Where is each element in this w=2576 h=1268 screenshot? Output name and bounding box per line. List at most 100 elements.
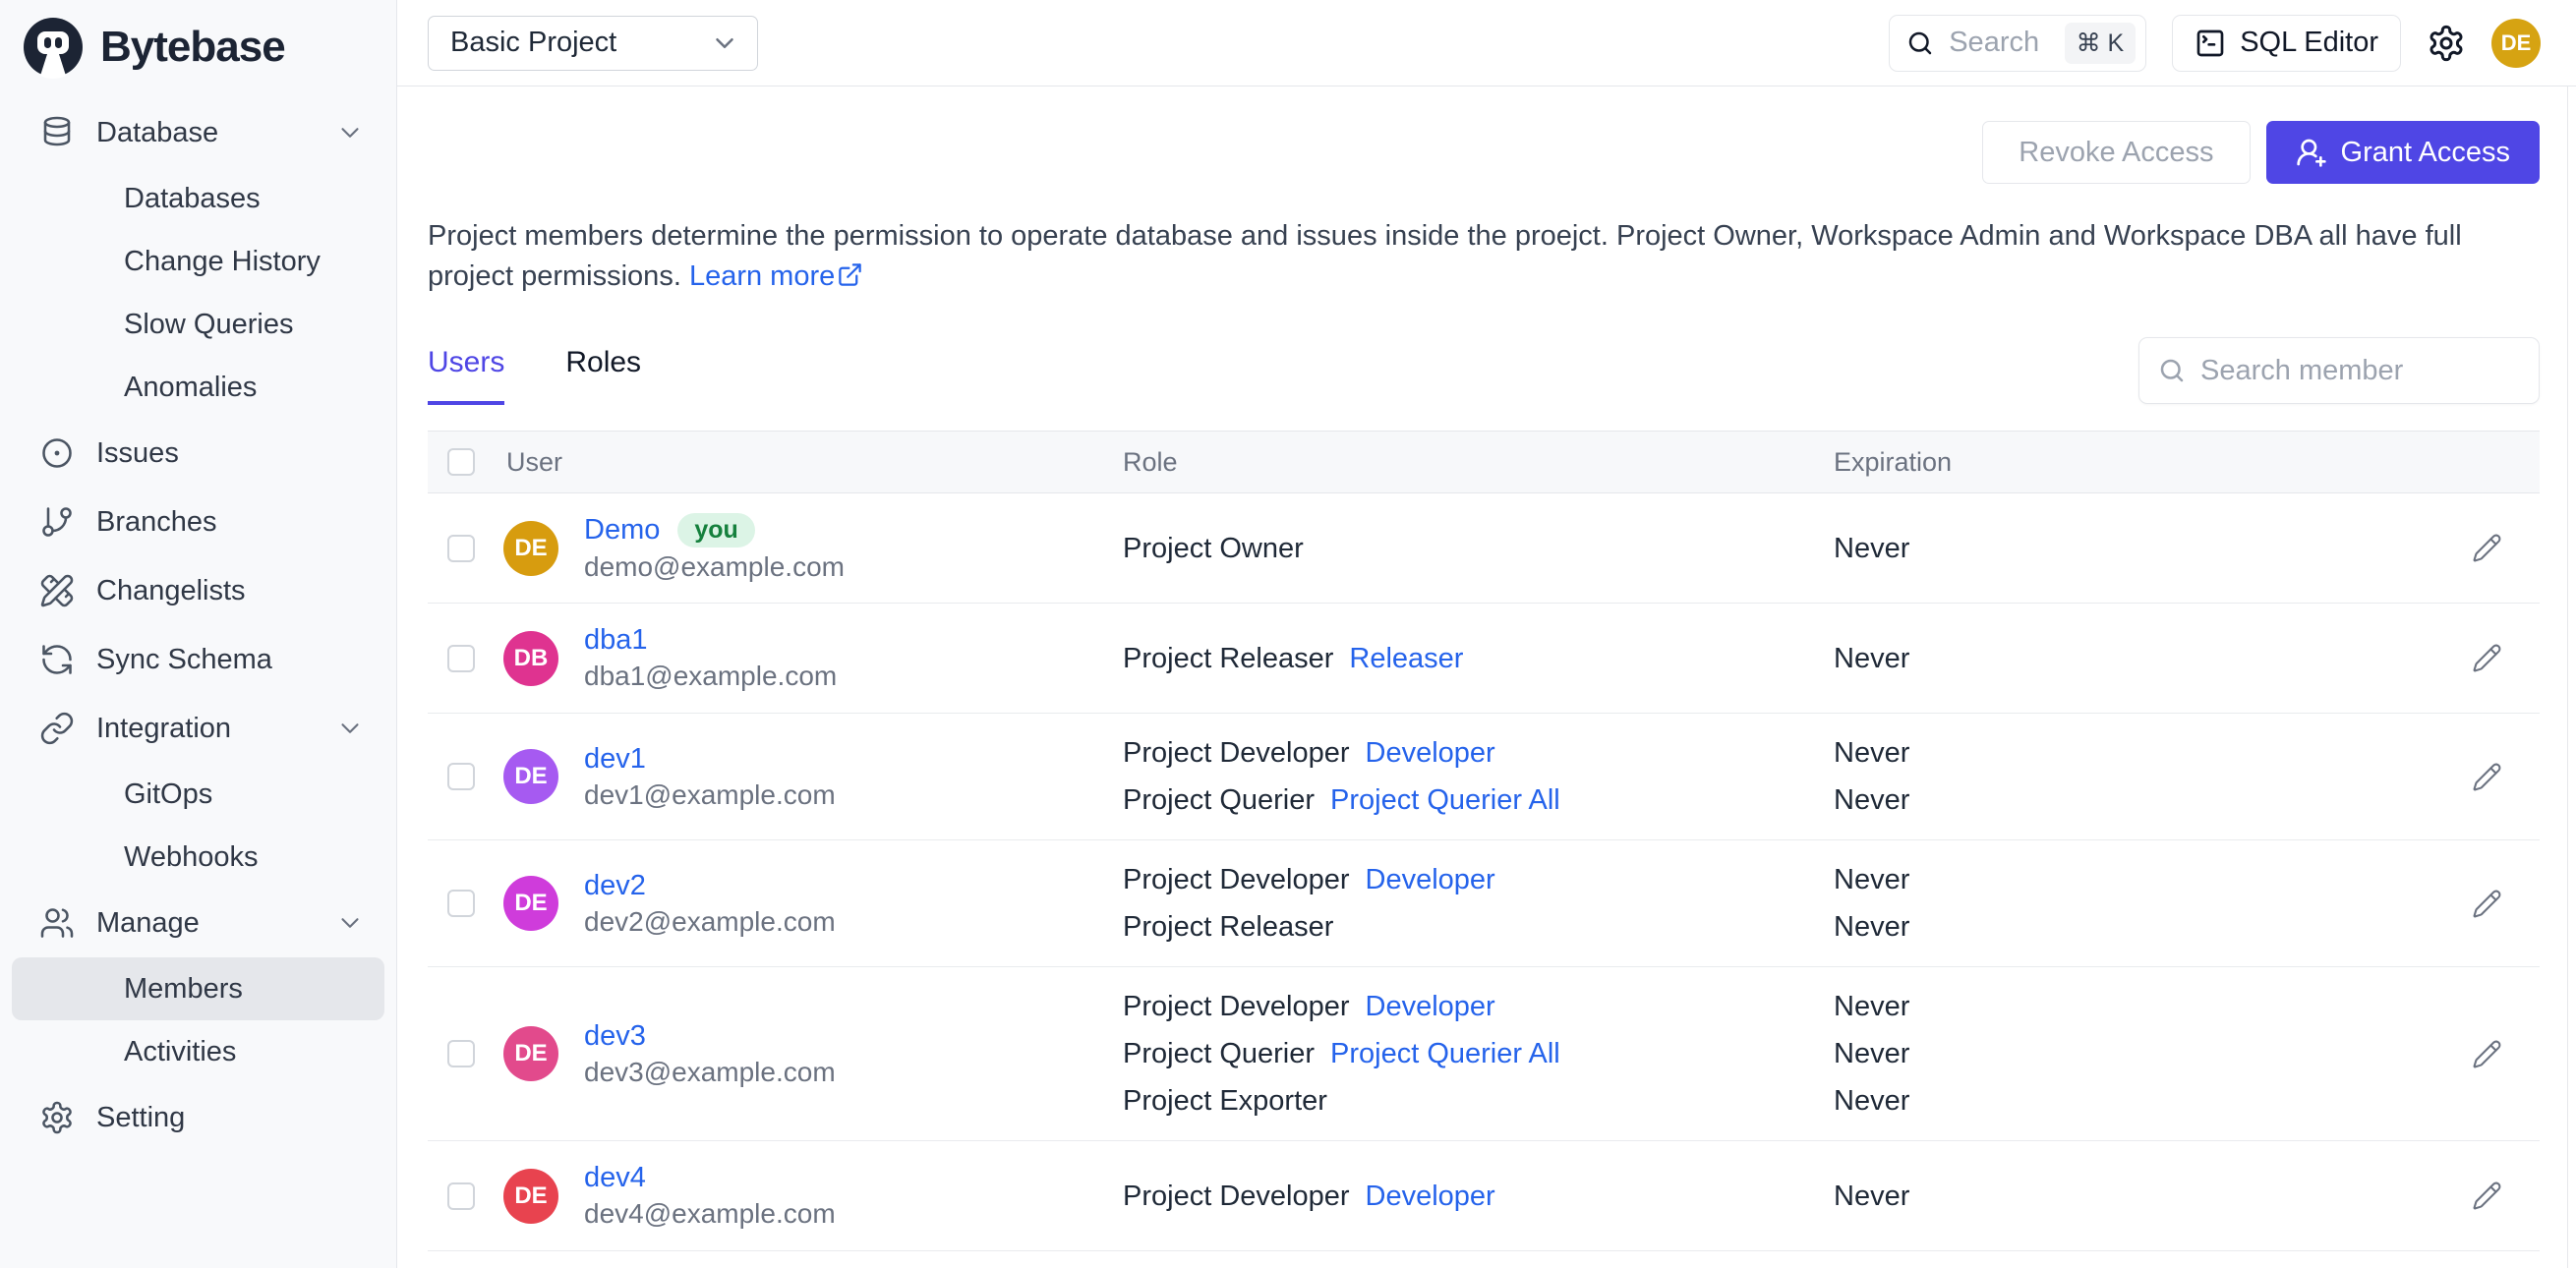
sidebar-item-changelists[interactable]: Changelists	[12, 556, 384, 625]
select-all-checkbox[interactable]	[447, 448, 475, 476]
learn-more-label: Learn more	[688, 260, 836, 292]
edit-member-button[interactable]	[2472, 762, 2502, 792]
issues-icon	[42, 438, 72, 468]
expiration-cell: Never Never Never	[1834, 983, 2404, 1124]
sidebar-item-branches[interactable]: Branches	[12, 488, 384, 556]
sql-editor-button[interactable]: SQL Editor	[2172, 14, 2401, 72]
role-label: Project Developer	[1123, 737, 1350, 769]
search-shortcut-badge: ⌘ K	[2064, 22, 2137, 64]
sidebar-item-anomalies[interactable]: Anomalies	[12, 356, 384, 419]
role-link[interactable]: Developer	[1366, 864, 1495, 895]
role-label: Project Releaser	[1123, 911, 1334, 943]
tabs: Users Roles	[428, 346, 641, 405]
sidebar-item-manage[interactable]: Manage	[12, 889, 384, 957]
project-selector[interactable]: Basic Project	[428, 15, 758, 71]
members-page: Revoke Access Grant Access Project membe…	[397, 86, 2576, 1268]
scrollbar-track[interactable]	[2567, 86, 2568, 1268]
row-checkbox[interactable]	[447, 1182, 475, 1210]
role-cell: Project Developer Developer Project Releas…	[1123, 856, 1834, 951]
edit-member-button[interactable]	[2472, 533, 2502, 563]
member-name-link[interactable]: dev2	[584, 870, 646, 902]
role-label: Project Developer	[1123, 1180, 1350, 1212]
member-email: dev2@example.com	[584, 905, 836, 937]
role-cell: Project Releaser Releaser	[1123, 635, 1834, 682]
row-checkbox[interactable]	[447, 534, 475, 562]
chevron-down-icon	[710, 29, 739, 58]
member-name-link[interactable]: Demo	[584, 514, 660, 547]
table-row: DE dev4 dev4@example.com Project Developer D…	[428, 1141, 2540, 1251]
role-line: Project Querier Project Querier All	[1123, 1030, 1834, 1077]
sidebar-item-issues[interactable]: Issues	[12, 419, 384, 488]
brand-logo[interactable]: Bytebase	[0, 0, 396, 88]
user-cell: DE Demo you demo@example.com	[489, 513, 1123, 583]
sidebar-item-sync-schema[interactable]: Sync Schema	[12, 625, 384, 694]
role-cell: Project Developer Developer Project Querie…	[1123, 983, 1834, 1124]
role-label: Project Owner	[1123, 532, 1304, 564]
role-label: Project Releaser	[1123, 642, 1334, 674]
revoke-access-button[interactable]: Revoke Access	[1982, 121, 2251, 184]
edit-member-button[interactable]	[2472, 1181, 2502, 1211]
tab-users[interactable]: Users	[428, 346, 505, 405]
expiration-cell: Never Never	[1834, 729, 2404, 824]
member-name-link[interactable]: dev1	[584, 743, 646, 776]
pencil-icon	[2473, 1040, 2501, 1067]
role-link[interactable]: Developer	[1366, 991, 1495, 1022]
link-icon	[40, 712, 74, 745]
row-checkbox[interactable]	[447, 644, 475, 672]
member-email: dba1@example.com	[584, 661, 838, 691]
sidebar-item-webhooks[interactable]: Webhooks	[12, 826, 384, 889]
search-icon	[2157, 356, 2187, 385]
edit-member-button[interactable]	[2472, 889, 2502, 919]
sidebar-item-integration[interactable]: Integration	[12, 694, 384, 763]
member-name-link[interactable]: dev3	[584, 1020, 646, 1053]
chevron-down-icon	[341, 128, 359, 138]
gear-icon	[39, 1100, 75, 1135]
app-window: Bytebase Database Databases Change History…	[0, 0, 2576, 1268]
sidebar-item-slow-queries[interactable]: Slow Queries	[12, 293, 384, 356]
expiration-cell: Never	[1834, 525, 2404, 572]
sidebar-item-databases[interactable]: Databases	[12, 167, 384, 230]
page-description: Project members determine the permission…	[428, 216, 2540, 300]
chevron-down-icon	[335, 118, 365, 147]
role-link[interactable]: Project Querier All	[1330, 784, 1560, 816]
member-email: dev4@example.com	[584, 1198, 836, 1229]
row-checkbox[interactable]	[447, 1040, 475, 1067]
role-link[interactable]: Releaser	[1349, 643, 1463, 674]
row-checkbox[interactable]	[447, 763, 475, 790]
sidebar-nav: Database Databases Change History Slow Quer…	[0, 88, 396, 1152]
edit-member-button[interactable]	[2472, 643, 2502, 673]
chevron-down-icon	[341, 918, 359, 928]
sidebar-item-change-history[interactable]: Change History	[12, 230, 384, 293]
role-line: Project Developer Developer	[1123, 729, 1834, 777]
tab-roles[interactable]: Roles	[565, 346, 641, 405]
sidebar-item-activities[interactable]: Activities	[12, 1020, 384, 1083]
user-avatar[interactable]: DE	[2491, 18, 2541, 68]
sidebar-item-gitops[interactable]: GitOps	[12, 763, 384, 826]
grant-access-button[interactable]: Grant Access	[2265, 121, 2540, 184]
role-link[interactable]: Project Querier All	[1330, 1038, 1560, 1069]
sidebar-item-setting[interactable]: Setting	[12, 1083, 384, 1152]
sync-icon	[42, 645, 72, 674]
expiration-value: Never	[1834, 991, 1910, 1022]
sidebar: Bytebase Database Databases Change History…	[0, 0, 397, 1268]
main-column: Basic Project Search ⌘ K SQL Editor DE R…	[397, 0, 2576, 1268]
role-link[interactable]: Developer	[1366, 737, 1495, 769]
changelist-icon	[39, 573, 75, 608]
pencil-icon	[2473, 763, 2501, 790]
edit-member-button[interactable]	[2472, 1039, 2502, 1069]
member-name-link[interactable]: dev4	[584, 1162, 646, 1194]
row-checkbox[interactable]	[447, 890, 475, 917]
sidebar-item-database[interactable]: Database	[12, 98, 384, 167]
role-line: Project Developer Developer	[1123, 983, 1834, 1030]
learn-more-link[interactable]: Learn more	[689, 260, 863, 292]
expiration-value: Never	[1834, 784, 1910, 816]
brand-name: Bytebase	[100, 23, 286, 71]
global-search-button[interactable]: Search ⌘ K	[1889, 14, 2147, 72]
settings-gear-icon[interactable]	[2427, 24, 2466, 63]
member-search-input[interactable]	[2200, 354, 2571, 387]
role-line: Project Exporter	[1123, 1077, 1834, 1124]
sidebar-item-members[interactable]: Members	[12, 957, 384, 1020]
role-link[interactable]: Developer	[1366, 1181, 1495, 1212]
member-name-link[interactable]: dba1	[584, 624, 648, 657]
role-label: Project Querier	[1123, 784, 1316, 816]
